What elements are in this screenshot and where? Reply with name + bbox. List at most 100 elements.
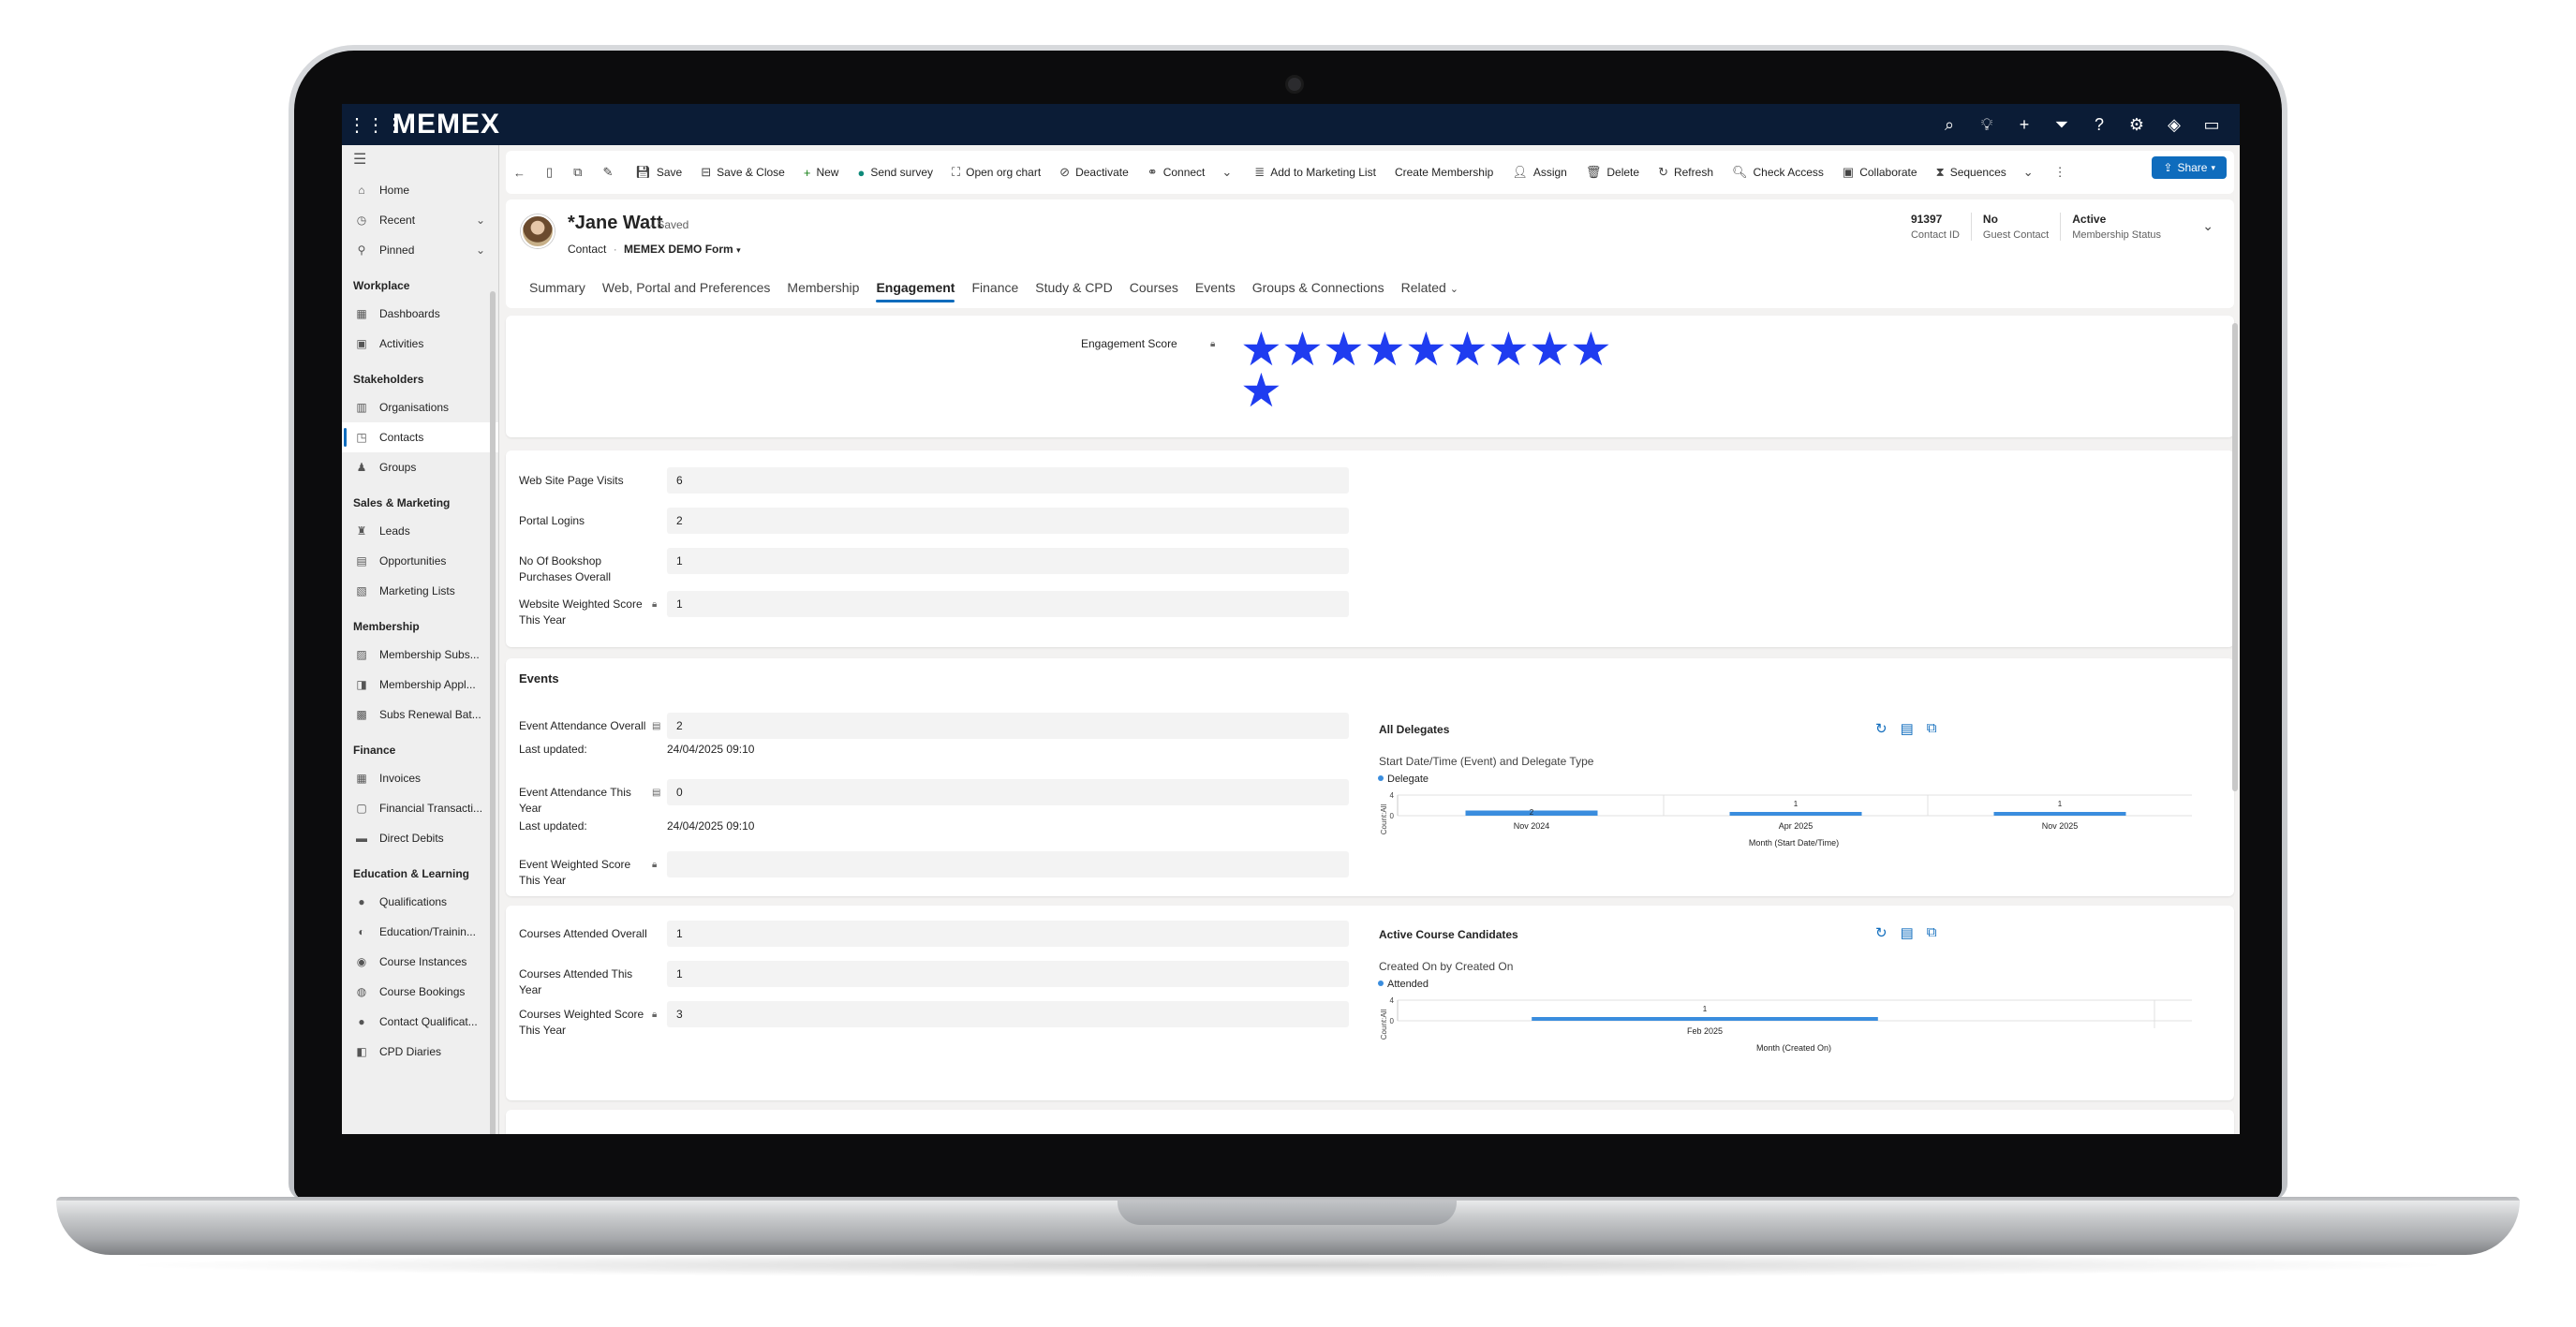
- lightbulb-icon[interactable]: 💡︎: [1968, 115, 2006, 135]
- check-access-button[interactable]: 🔍︎ Check Access: [1723, 151, 1833, 194]
- field-value-input[interactable]: 1: [667, 921, 1349, 947]
- edit-form-button[interactable]: ✎: [595, 151, 626, 194]
- share-icon: ⇪: [2163, 161, 2173, 174]
- delete-icon: 🗑︎: [1585, 165, 1602, 179]
- save-button[interactable]: 💾︎ Save: [626, 151, 691, 194]
- filter-icon[interactable]: ⏷: [2043, 115, 2080, 135]
- share-button[interactable]: ⇪ Share ▾: [2152, 156, 2227, 179]
- gear-icon[interactable]: ⚙: [2118, 115, 2155, 135]
- expand-chart-icon[interactable]: ⧉: [1927, 720, 1937, 737]
- tab-groups-connections[interactable]: Groups & Connections: [1244, 274, 1393, 304]
- sidebar-item[interactable]: ♟ Groups: [342, 452, 498, 482]
- expand-chart-icon[interactable]: ⧉: [1927, 924, 1937, 941]
- sidebar-item[interactable]: ◐ Education/Trainin...: [342, 917, 498, 947]
- y-tick-label: 4: [1390, 791, 1395, 800]
- sidebar-item-label: Course Instances: [379, 955, 467, 968]
- form-button[interactable]: ▯: [539, 151, 566, 194]
- tab-finance[interactable]: Finance: [963, 274, 1027, 304]
- copilot-icon[interactable]: ◈: [2155, 115, 2193, 135]
- form-selector[interactable]: MEMEX DEMO Form ▾: [624, 243, 741, 256]
- sidebar-item-label: Organisations: [379, 401, 450, 414]
- last-updated-value: 24/04/2025 09:10: [667, 743, 755, 756]
- sidebar-item[interactable]: ● Contact Qualificat...: [342, 1007, 498, 1037]
- field-value-input[interactable]: 2: [667, 713, 1349, 739]
- open-org-chart-button[interactable]: ⛶ Open org chart: [942, 151, 1050, 194]
- sidebar-item[interactable]: ◳ Contacts: [342, 422, 498, 452]
- back-arrow-icon: ←: [513, 165, 526, 180]
- sidebar-item[interactable]: ▩ Subs Renewal Bat...: [342, 700, 498, 730]
- hamburger-icon[interactable]: ☰: [342, 145, 498, 175]
- sidebar-scrollbar[interactable]: [490, 291, 496, 1134]
- sidebar-item[interactable]: ▣ Activities: [342, 329, 498, 359]
- chevron-down-button[interactable]: ⌄: [1214, 151, 1245, 194]
- tab-events[interactable]: Events: [1187, 274, 1244, 304]
- chat-icon[interactable]: ▭: [2193, 115, 2230, 135]
- sidebar-item[interactable]: ◨ Membership Appl...: [342, 670, 498, 700]
- connect-button[interactable]: ⚭ Connect: [1138, 151, 1215, 194]
- field-value-input[interactable]: 1: [667, 961, 1349, 987]
- sidebar-item[interactable]: ▦ Invoices: [342, 763, 498, 793]
- tab-engagement[interactable]: Engagement: [867, 274, 963, 304]
- field-value-input[interactable]: 1: [667, 548, 1349, 574]
- tab-summary[interactable]: Summary: [521, 274, 594, 304]
- sidebar-item[interactable]: ▦ Dashboards: [342, 299, 498, 329]
- back-arrow-button[interactable]: ←: [506, 151, 539, 194]
- main-scrollbar[interactable]: [2232, 323, 2238, 791]
- collaborate-button[interactable]: ▣ Collaborate: [1833, 151, 1927, 194]
- sidebar-item[interactable]: ▥ Organisations: [342, 392, 498, 422]
- lock-icon: 🔒︎: [652, 1010, 658, 1020]
- delete-button[interactable]: 🗑︎ Delete: [1577, 151, 1649, 194]
- view-records-icon[interactable]: ▤: [1901, 924, 1914, 941]
- field-value-input[interactable]: 6: [667, 467, 1349, 494]
- sidebar-item[interactable]: ▨ Membership Subs...: [342, 640, 498, 670]
- open-new-window-button[interactable]: ⧉: [566, 151, 595, 194]
- tab-membership[interactable]: Membership: [778, 274, 867, 304]
- create-membership-button[interactable]: Create Membership: [1385, 151, 1503, 194]
- sidebar-item-recent[interactable]: ◷ Recent ⌄: [342, 205, 498, 235]
- deactivate-button[interactable]: ⊘ Deactivate: [1050, 151, 1138, 194]
- field-value-input[interactable]: 2: [667, 508, 1349, 534]
- field-value-input[interactable]: 0: [667, 779, 1349, 805]
- sidebar-item[interactable]: ◍ Course Bookings: [342, 977, 498, 1007]
- sidebar-item[interactable]: ● Qualifications: [342, 887, 498, 917]
- sidebar-item[interactable]: ◉ Course Instances: [342, 947, 498, 977]
- more-button[interactable]: ⋮: [2047, 151, 2080, 194]
- sidebar-item-pinned[interactable]: ⚲ Pinned ⌄: [342, 235, 498, 265]
- chevron-down-button[interactable]: ⌄: [2016, 151, 2047, 194]
- sidebar-item[interactable]: ♜ Leads: [342, 516, 498, 546]
- new-button[interactable]: + New: [794, 151, 849, 194]
- sidebar-item[interactable]: ◧ CPD Diaries: [342, 1037, 498, 1067]
- field-value-input[interactable]: [667, 851, 1349, 877]
- sidebar-item[interactable]: ▧ Marketing Lists: [342, 576, 498, 606]
- app-launcher-icon[interactable]: ⋮⋮⋮: [348, 113, 404, 137]
- form-tabs: Summary Web, Portal and Preferences Member…: [521, 274, 1467, 304]
- header-field-label: Contact ID: [1910, 229, 1960, 241]
- plus-icon[interactable]: +: [2006, 115, 2043, 135]
- refresh-icon[interactable]: ↻: [1875, 924, 1888, 941]
- sidebar-item[interactable]: ▢ Financial Transacti...: [342, 793, 498, 823]
- chevron-down-icon[interactable]: ⌄: [476, 243, 485, 257]
- refresh-icon[interactable]: ↻: [1875, 720, 1888, 737]
- tab-related[interactable]: Related ⌄: [1393, 274, 1467, 304]
- sidebar-item[interactable]: ▬ Direct Debits: [342, 823, 498, 853]
- tab-study-cpd[interactable]: Study & CPD: [1027, 274, 1120, 304]
- sidebar-item-home[interactable]: ⌂ Home: [342, 175, 498, 205]
- chevron-down-icon[interactable]: ⌄: [476, 214, 485, 227]
- add-to-marketing-list-button[interactable]: ≣ Add to Marketing List: [1245, 151, 1385, 194]
- sidebar-item[interactable]: ▤ Opportunities: [342, 546, 498, 576]
- tab-courses[interactable]: Courses: [1121, 274, 1187, 304]
- search-icon[interactable]: ⌕: [1931, 115, 1968, 135]
- field-value-input[interactable]: 3: [667, 1001, 1349, 1027]
- refresh-button[interactable]: ↻ Refresh: [1649, 151, 1723, 194]
- view-records-icon[interactable]: ▤: [1901, 720, 1914, 737]
- assign-button[interactable]: 👤︎ Assign: [1503, 151, 1577, 194]
- send-survey-button[interactable]: ● Send survey: [848, 151, 942, 194]
- sequences-button[interactable]: ⧗ Sequences: [1927, 151, 2016, 194]
- field-value-input[interactable]: 1: [667, 591, 1349, 617]
- sidebar-item-label: Opportunities: [379, 554, 447, 568]
- save-close-button[interactable]: ⊟ Save & Close: [691, 151, 794, 194]
- entity-icon: ▨: [356, 648, 367, 661]
- tab-web-portal-and-preferences[interactable]: Web, Portal and Preferences: [594, 274, 779, 304]
- header-expand-chevron-icon[interactable]: ⌄: [2202, 218, 2213, 234]
- help-icon[interactable]: ?: [2080, 115, 2118, 135]
